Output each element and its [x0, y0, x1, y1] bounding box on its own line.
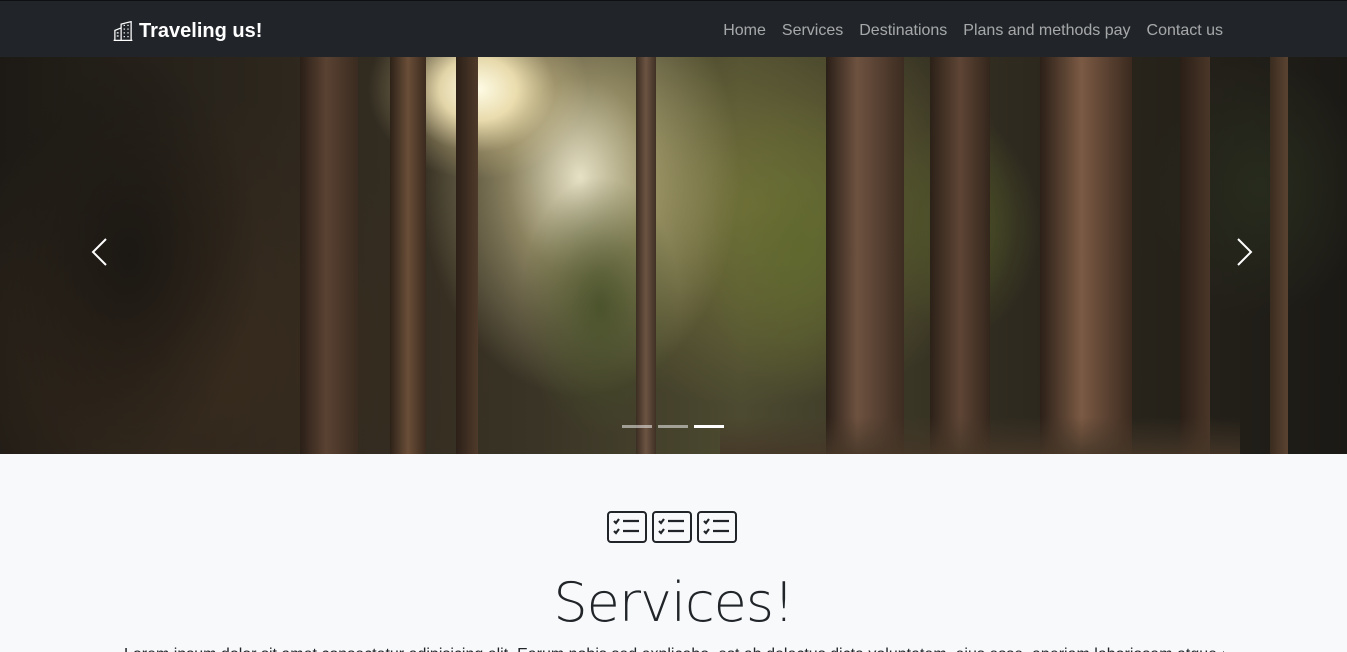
buildings-icon: [113, 21, 133, 41]
nav-link-services[interactable]: Services: [782, 20, 843, 42]
services-icons: [607, 511, 737, 543]
nav-link-contact[interactable]: Contact us: [1147, 20, 1223, 42]
card-checklist-icon: [652, 511, 692, 543]
nav-link-home[interactable]: Home: [723, 20, 766, 42]
services-title: Services!: [553, 571, 794, 634]
chevron-left-icon: [91, 238, 107, 266]
nav-link-destinations[interactable]: Destinations: [859, 20, 947, 42]
hero-carousel: [0, 57, 1347, 454]
card-checklist-icon: [607, 511, 647, 543]
carousel-prev-button[interactable]: [84, 232, 114, 272]
nav-link-plans[interactable]: Plans and methods pay: [963, 20, 1130, 42]
services-description: Lorem ipsum dolor sit amet consectetur a…: [124, 644, 1224, 652]
brand-link[interactable]: Traveling us!: [113, 19, 262, 43]
brand-name: Traveling us!: [139, 19, 263, 42]
carousel-indicators: [622, 425, 724, 428]
carousel-indicator-2[interactable]: [658, 425, 688, 428]
carousel-indicator-1[interactable]: [622, 425, 652, 428]
card-checklist-icon: [697, 511, 737, 543]
carousel-indicator-3[interactable]: [694, 425, 724, 428]
navbar: Traveling us! Home Services Destinations…: [0, 0, 1347, 57]
services-section: Services! Lorem ipsum dolor sit amet con…: [0, 454, 1347, 652]
carousel-next-button[interactable]: [1230, 232, 1260, 272]
chevron-right-icon: [1237, 238, 1253, 266]
nav-links: Home Services Destinations Plans and met…: [723, 20, 1223, 42]
